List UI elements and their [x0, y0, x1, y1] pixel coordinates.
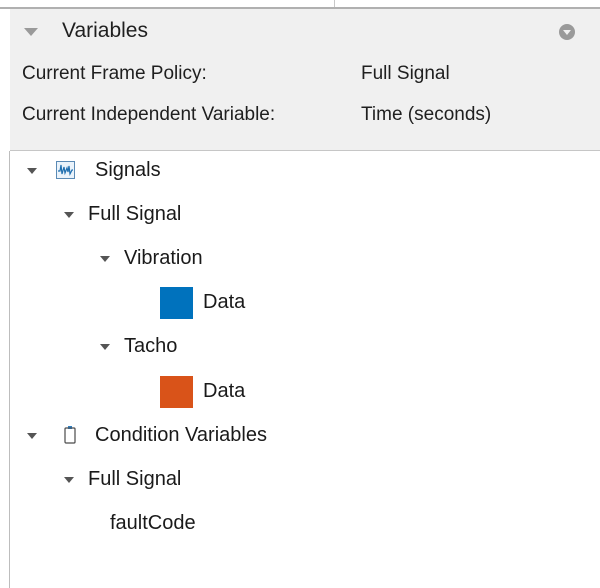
tree-node-signals[interactable]: Signals: [10, 157, 600, 187]
tree-node-tacho-data[interactable]: Data: [10, 376, 600, 410]
variables-tree[interactable]: Signals Full Signal Vibration Data Tacho…: [10, 151, 600, 588]
tree-node-fault-code[interactable]: faultCode: [10, 510, 600, 540]
tree-node-vibration-data[interactable]: Data: [10, 287, 600, 321]
chevron-down-icon[interactable]: [64, 477, 74, 483]
tree-label-condition-variables: Condition Variables: [95, 424, 267, 446]
collapse-triangle-icon[interactable]: [24, 28, 38, 36]
chevron-down-icon[interactable]: [100, 344, 110, 350]
signals-icon: [56, 161, 75, 179]
panel-menu-icon[interactable]: [559, 24, 575, 40]
independent-variable-value: Time (seconds): [361, 104, 492, 125]
tree-label-tacho-data: Data: [203, 380, 246, 402]
chevron-down-icon[interactable]: [27, 433, 37, 439]
chevron-down-icon[interactable]: [27, 168, 37, 174]
frame-policy-label: Current Frame Policy:: [22, 63, 207, 84]
tree-label-vibration: Vibration: [124, 247, 203, 269]
tree-label-vibration-data: Data: [203, 291, 246, 313]
tree-node-signals-full-signal[interactable]: Full Signal: [10, 201, 600, 231]
tree-label-signals-full-signal: Full Signal: [88, 203, 182, 225]
tacho-color-swatch: [160, 376, 193, 408]
variables-panel-header[interactable]: Variables: [10, 9, 600, 59]
independent-variable-label: Current Independent Variable:: [22, 104, 276, 125]
panel-title: Variables: [62, 19, 148, 42]
tree-label-tacho: Tacho: [124, 335, 178, 357]
variables-info: Current Frame Policy: Full Signal Curren…: [10, 59, 600, 151]
tree-node-vibration[interactable]: Vibration: [10, 245, 600, 275]
tree-label-fault-code: faultCode: [110, 512, 196, 534]
tree-label-signals: Signals: [95, 159, 161, 181]
tree-label-condition-full-signal: Full Signal: [88, 468, 182, 490]
condition-variables-icon: [64, 425, 76, 444]
chevron-down-icon[interactable]: [100, 256, 110, 262]
chevron-down-icon[interactable]: [64, 212, 74, 218]
frame-policy-value: Full Signal: [361, 63, 450, 84]
top-divider: [0, 0, 600, 9]
tree-node-condition-variables[interactable]: Condition Variables: [10, 422, 600, 452]
tree-node-tacho[interactable]: Tacho: [10, 333, 600, 363]
vibration-color-swatch: [160, 287, 193, 319]
tree-node-condition-full-signal[interactable]: Full Signal: [10, 466, 600, 496]
splitter-tick: [334, 0, 335, 7]
